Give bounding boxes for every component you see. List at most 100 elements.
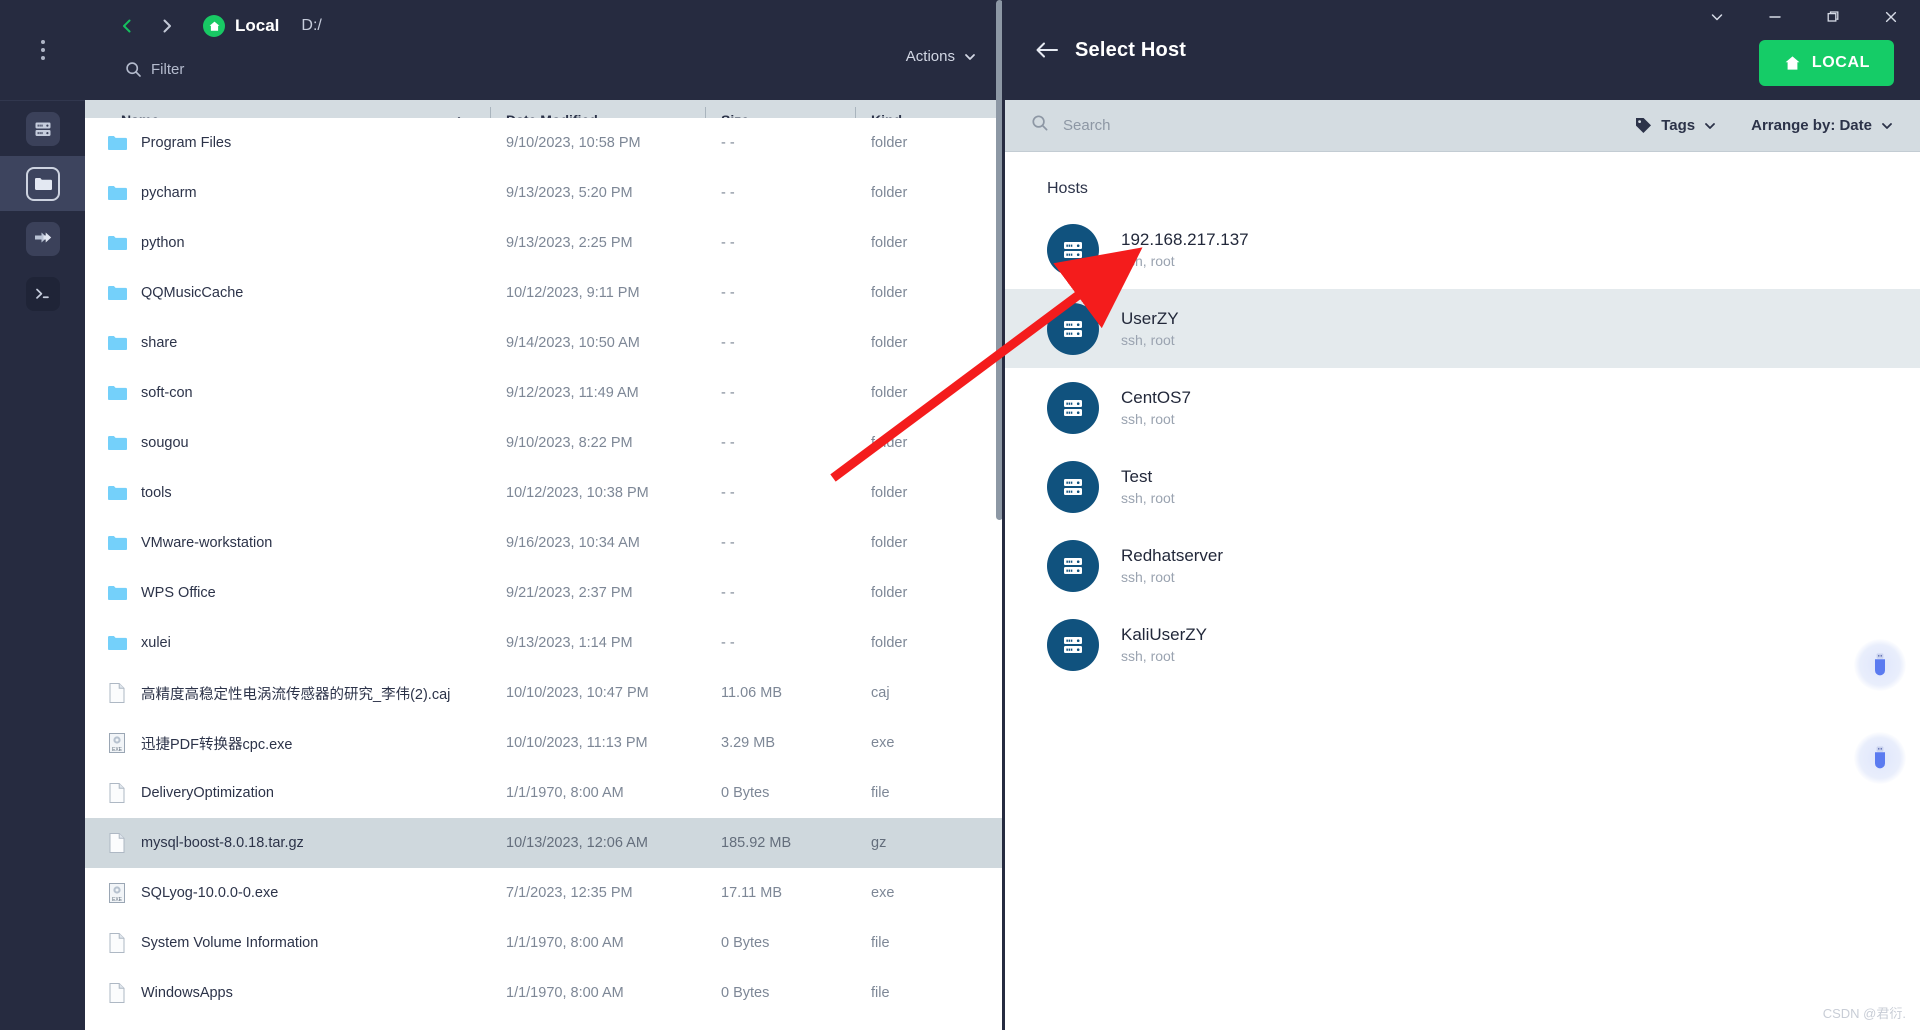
table-row[interactable]: xulei 9/13/2023, 1:14 PM - - folder — [85, 618, 1005, 668]
local-button[interactable]: LOCAL — [1758, 40, 1894, 86]
host-list-item[interactable]: CentOS7 ssh, root — [1005, 368, 1920, 447]
forward-button[interactable] — [147, 10, 187, 42]
cell-name: pycharm — [85, 168, 490, 218]
table-row[interactable]: WindowsApps 1/1/1970, 8:00 AM 0 Bytes file — [85, 968, 1005, 1018]
tags-label: Tags — [1661, 117, 1696, 134]
cell-kind: file — [871, 985, 890, 1001]
path-label[interactable]: D:/ — [301, 17, 321, 35]
table-row[interactable]: 高精度高稳定性电涡流传感器的研究_李伟(2).caj 10/10/2023, 10… — [85, 668, 1005, 718]
table-row[interactable]: QQMusicCache 10/12/2023, 9:11 PM - - folder — [85, 268, 1005, 318]
host-list-item[interactable]: Redhatserver ssh, root — [1005, 526, 1920, 605]
table-row[interactable]: EXE SQLyog-10.0.0-0.exe 7/1/2023, 12:35 PM… — [85, 868, 1005, 918]
cell-name: 高精度高稳定性电涡流传感器的研究_李伟(2).caj — [85, 668, 490, 718]
file-name: DeliveryOptimization — [141, 785, 274, 801]
host-list-item[interactable]: KaliUserZY ssh, root — [1005, 605, 1920, 684]
cell-size: - - — [721, 285, 735, 301]
arrow-left-icon — [1036, 42, 1058, 58]
search-input[interactable] — [1063, 117, 1383, 134]
table-row[interactable]: tools 10/12/2023, 10:38 PM - - folder — [85, 468, 1005, 518]
cell-size: - - — [721, 535, 735, 551]
host-meta: KaliUserZY ssh, root — [1121, 624, 1207, 666]
table-row[interactable]: share 9/14/2023, 10:50 AM - - folder — [85, 318, 1005, 368]
cell-size: - - — [721, 185, 735, 201]
rail-item-terminal[interactable] — [0, 266, 85, 321]
actions-label: Actions — [905, 48, 955, 65]
table-row[interactable]: python 9/13/2023, 2:25 PM - - folder — [85, 218, 1005, 268]
cell-kind: exe — [871, 735, 895, 751]
cell-kind: file — [871, 785, 890, 801]
usb-device-1[interactable] — [1854, 639, 1906, 691]
cell-size: - - — [721, 385, 735, 401]
svg-text:EXE: EXE — [112, 897, 123, 903]
back-button[interactable] — [107, 10, 147, 42]
table-row[interactable]: DeliveryOptimization 1/1/1970, 8:00 AM 0 B… — [85, 768, 1005, 818]
transfer-icon — [25, 221, 60, 256]
cell-kind: folder — [871, 585, 908, 601]
file-name: WindowsApps — [141, 985, 233, 1001]
cell-name: tools — [85, 468, 490, 518]
app-window: Local D:/ Filter Actions Name — [0, 0, 1920, 1030]
host-name: KaliUserZY — [1121, 624, 1207, 644]
file-name: QQMusicCache — [141, 285, 244, 301]
table-row[interactable]: mysql-boost-8.0.18.tar.gz 10/13/2023, 12:… — [85, 818, 1005, 868]
cell-date: 1/1/1970, 8:00 AM — [506, 935, 624, 951]
cell-size: 0 Bytes — [721, 785, 770, 801]
file-name: System Volume Information — [141, 935, 319, 951]
host-name: UserZY — [1121, 308, 1179, 328]
cell-date: 9/13/2023, 5:20 PM — [506, 185, 633, 201]
cell-date: 10/10/2023, 10:47 PM — [506, 685, 649, 701]
host-search-field[interactable] — [1031, 114, 1634, 137]
rail-menu-button[interactable] — [0, 0, 85, 100]
rail-item-servers[interactable] — [0, 101, 85, 156]
host-name: Redhatserver — [1121, 545, 1224, 565]
cell-date: 1/1/1970, 8:00 AM — [506, 785, 624, 801]
host-back-button[interactable] — [1029, 32, 1065, 68]
table-row[interactable]: sougou 9/10/2023, 8:22 PM - - folder — [85, 418, 1005, 468]
cell-date: 10/12/2023, 10:38 PM — [506, 485, 649, 501]
hosts-list[interactable]: 192.168.217.137 ssh, root UserZY ssh, root C… — [1005, 210, 1920, 684]
file-table-body[interactable]: Program Files 9/10/2023, 10:58 PM - - folde… — [85, 118, 1005, 1030]
tags-filter-button[interactable]: Tags — [1634, 116, 1717, 135]
filter-row[interactable]: Filter — [107, 52, 983, 86]
location-label[interactable]: Local — [235, 16, 279, 36]
actions-menu-button[interactable]: Actions — [906, 48, 977, 65]
window-close-button[interactable] — [1862, 0, 1920, 34]
file-name: soft-con — [141, 385, 193, 401]
table-row[interactable]: pycharm 9/13/2023, 5:20 PM - - folder — [85, 168, 1005, 218]
cell-size: - - — [721, 585, 735, 601]
usb-device-2[interactable] — [1854, 732, 1906, 784]
folder-icon — [108, 136, 127, 150]
cell-name: EXE 迅捷PDF转换器cpc.exe — [85, 718, 490, 768]
arrange-by-button[interactable]: Arrange by: Date — [1751, 117, 1894, 134]
search-icon — [125, 61, 142, 78]
file-name: Program Files — [141, 135, 232, 151]
file-name: tools — [141, 485, 172, 501]
host-subtitle: ssh, root — [1121, 489, 1175, 506]
file-name: 高精度高稳定性电涡流传感器的研究_李伟(2).caj — [141, 686, 451, 703]
host-list-item[interactable]: Test ssh, root — [1005, 447, 1920, 526]
table-row[interactable]: EXE 迅捷PDF转换器cpc.exe 10/10/2023, 11:13 PM 3.… — [85, 718, 1005, 768]
rail-item-transfers[interactable] — [0, 211, 85, 266]
table-row[interactable]: System Volume Information 1/1/1970, 8:00 … — [85, 918, 1005, 968]
table-row[interactable]: Program Files 9/10/2023, 10:58 PM - - folde… — [85, 118, 1005, 168]
file-name: 迅捷PDF转换器cpc.exe — [141, 736, 293, 753]
host-list-item[interactable]: 192.168.217.137 ssh, root — [1005, 210, 1920, 289]
file-icon — [109, 783, 125, 803]
window-controls — [1688, 0, 1920, 34]
window-minimize-button[interactable] — [1746, 0, 1804, 34]
server-icon — [1047, 302, 1099, 355]
host-search-toolbar: Tags Arrange by: Date — [1005, 100, 1920, 152]
window-maximize-button[interactable] — [1804, 0, 1862, 34]
table-row[interactable]: VMware-workstation 9/16/2023, 10:34 AM - -… — [85, 518, 1005, 568]
filter-input[interactable]: Filter — [151, 61, 184, 78]
cell-kind: caj — [871, 685, 890, 701]
host-list-item[interactable]: UserZY ssh, root — [1005, 289, 1920, 368]
host-panel-header: Select Host LOCAL — [1005, 0, 1920, 100]
cell-kind: folder — [871, 435, 908, 451]
window-collapse-button[interactable] — [1688, 0, 1746, 34]
folder-icon — [108, 636, 127, 650]
rail-item-files[interactable] — [0, 156, 85, 211]
table-row[interactable]: WPS Office 9/21/2023, 2:37 PM - - folder — [85, 568, 1005, 618]
table-row[interactable]: soft-con 9/12/2023, 11:49 AM - - folder — [85, 368, 1005, 418]
server-icon — [25, 111, 60, 146]
